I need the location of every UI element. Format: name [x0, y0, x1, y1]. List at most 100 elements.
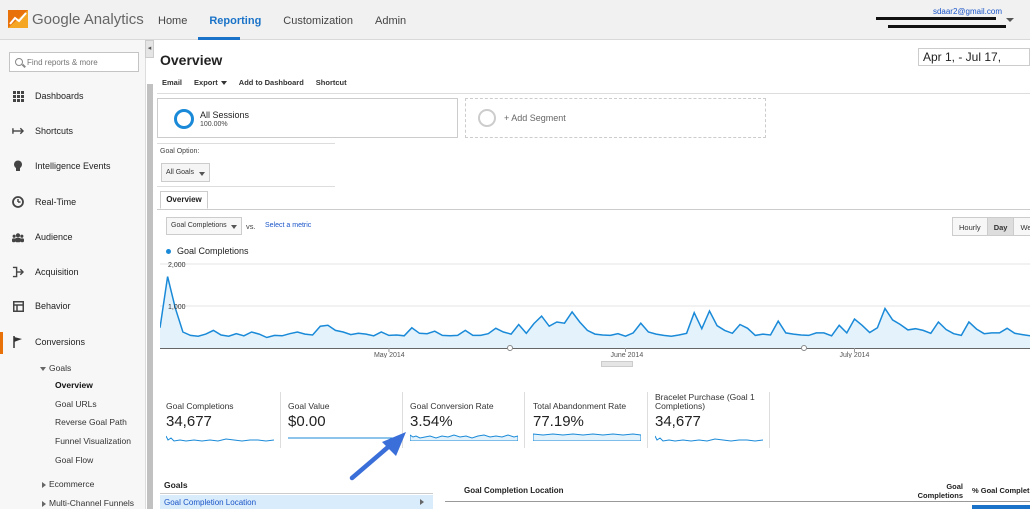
people-icon: [12, 231, 24, 243]
chart-annotation-marker[interactable]: [801, 345, 807, 351]
nav-active-indicator: [198, 37, 240, 40]
granularity-hourly[interactable]: Hourly: [952, 217, 988, 236]
chart-y-tick: 1,000: [168, 304, 186, 311]
goals-row-completion-location[interactable]: Goal Completion Location: [160, 495, 433, 509]
logo-text: Google Analytics: [32, 10, 144, 28]
chevron-right-icon: [420, 499, 424, 505]
clock-icon: [12, 196, 24, 208]
date-range-picker[interactable]: Apr 1, - Jul 17,: [918, 48, 1030, 66]
search-reports[interactable]: [9, 52, 139, 72]
add-segment-ring-icon: [478, 109, 496, 127]
sidebar-item-behavior[interactable]: Behavior: [0, 294, 146, 318]
chart-x-tick: July 2014: [839, 352, 869, 358]
chevron-down-icon: [231, 225, 237, 229]
sidebar-item-acquisition[interactable]: Acquisition: [0, 260, 146, 284]
sidebar-funnel-visualization[interactable]: Funnel Visualization: [55, 436, 131, 446]
sidebar-multichannel[interactable]: Multi-Channel Funnels: [42, 498, 134, 508]
scorecard-bracelet-purchase[interactable]: Bracelet Purchase (Goal 1 Completions) 3…: [649, 392, 770, 448]
scorecard-value: 77.19%: [533, 413, 584, 430]
chart-y-tick: 2,000: [168, 262, 186, 269]
sidebar-ecommerce[interactable]: Ecommerce: [42, 479, 94, 489]
collapse-sidebar-button[interactable]: ◂: [145, 40, 154, 58]
scorecard-value: 34,677: [166, 413, 212, 430]
scorecard-value: 34,677: [655, 413, 701, 430]
sidebar-item-realtime[interactable]: Real-Time: [0, 190, 146, 214]
top-bar: Google Analytics Home Reporting Customiz…: [0, 0, 1030, 40]
scorecard-value: 3.54%: [410, 413, 453, 430]
sidebar-goals-toggle[interactable]: Goals: [40, 363, 71, 373]
toolbar-divider: [157, 93, 1030, 94]
sidebar-item-dashboards[interactable]: Dashboards: [0, 84, 146, 108]
chevron-down-icon: [40, 366, 46, 371]
grid-icon: [12, 90, 24, 102]
sidebar-goals-overview[interactable]: Overview: [55, 380, 93, 390]
goal-completions-chart[interactable]: 2,000 1,000 May 2014 June 2014 July 2014: [160, 258, 1030, 358]
sidebar-ecommerce-label: Ecommerce: [49, 479, 95, 489]
sidebar-item-label: Dashboards: [35, 91, 84, 101]
tab-overview[interactable]: Overview: [160, 191, 208, 209]
goal-option-select[interactable]: All Goals: [161, 163, 210, 182]
scorecard-value: $0.00: [288, 413, 326, 430]
granularity-week[interactable]: Week: [1013, 217, 1030, 236]
redacted-account-line: [876, 17, 996, 20]
sidebar-goal-urls[interactable]: Goal URLs: [55, 399, 97, 409]
goal-option-divider: [157, 186, 335, 187]
goal-option-label: Goal Option:: [160, 148, 200, 155]
metric-select[interactable]: Goal Completions: [166, 217, 242, 235]
chart-resize-handle[interactable]: [601, 361, 633, 367]
scorecard-conversion-rate[interactable]: Goal Conversion Rate 3.54%: [404, 392, 525, 448]
annotation-arrow-icon: [349, 432, 406, 481]
vs-label: vs.: [246, 222, 256, 231]
nav-reporting[interactable]: Reporting: [209, 15, 261, 27]
chart-legend: Goal Completions: [166, 246, 249, 256]
nav-customization[interactable]: Customization: [283, 15, 353, 27]
granularity-toggle: Hourly Day Week: [952, 217, 1030, 236]
add-segment-label: + Add Segment: [504, 113, 566, 123]
sidebar-item-label: Behavior: [35, 301, 71, 311]
sidebar-item-intelligence[interactable]: Intelligence Events: [0, 154, 146, 178]
nav-admin[interactable]: Admin: [375, 15, 406, 27]
sidebar-item-label: Real-Time: [35, 197, 77, 207]
scorecard-label: Goal Conversion Rate: [410, 401, 494, 411]
sidebar-item-shortcuts[interactable]: Shortcuts: [0, 119, 146, 143]
select-metric-link[interactable]: Select a metric: [265, 222, 311, 229]
sidebar-item-label: Conversions: [35, 337, 86, 347]
column-header-location[interactable]: Goal Completion Location: [464, 486, 564, 495]
search-icon: [15, 58, 23, 66]
logo[interactable]: Google Analytics: [8, 10, 144, 28]
scorecard-label: Bracelet Purchase (Goal 1 Completions): [655, 392, 755, 411]
sidebar-reverse-goal-path[interactable]: Reverse Goal Path: [55, 417, 127, 427]
sidebar-item-conversions[interactable]: Conversions: [0, 330, 146, 354]
column-header-completions[interactable]: Goal Completions: [905, 482, 963, 500]
scorecard-goal-completions[interactable]: Goal Completions 34,677: [160, 392, 281, 448]
legend-dot: [166, 248, 171, 254]
add-to-dashboard-button[interactable]: Add to Dashboard: [239, 78, 304, 87]
redacted-property-line: [888, 25, 1006, 28]
segment-name: All Sessions: [200, 110, 250, 120]
sidebar-item-label: Shortcuts: [35, 126, 74, 136]
sparkline: [533, 433, 641, 441]
nav-home[interactable]: Home: [158, 15, 187, 27]
scorecard-label: Total Abandonment Rate: [533, 401, 627, 411]
shortcut-button[interactable]: Shortcut: [316, 78, 347, 87]
segment-all-sessions[interactable]: All Sessions 100.00%: [157, 98, 458, 138]
email-button[interactable]: Email: [162, 78, 182, 87]
flag-icon: [12, 336, 24, 348]
granularity-day[interactable]: Day: [986, 217, 1015, 236]
sidebar-scrollbar[interactable]: [147, 84, 153, 509]
report-toolbar: Email Export Add to Dashboard Shortcut: [162, 78, 359, 87]
scorecard-abandonment-rate[interactable]: Total Abandonment Rate 77.19%: [527, 392, 648, 448]
account-dropdown-icon[interactable]: [1006, 18, 1014, 22]
export-button[interactable]: Export: [194, 78, 227, 87]
main-nav: Home Reporting Customization Admin: [158, 15, 428, 27]
lightbulb-icon: [12, 160, 24, 172]
column-header-pct[interactable]: % Goal Completions: [972, 486, 1030, 495]
sparkline: [166, 435, 274, 442]
sidebar-item-audience[interactable]: Audience: [0, 225, 146, 249]
add-segment-button[interactable]: + Add Segment: [465, 98, 766, 138]
search-input[interactable]: [27, 57, 137, 67]
chart-annotation-marker[interactable]: [507, 345, 513, 351]
sidebar-goal-flow[interactable]: Goal Flow: [55, 455, 93, 465]
user-email[interactable]: sdaar2@gmail.com: [933, 7, 1002, 16]
sparkline: [655, 435, 763, 442]
